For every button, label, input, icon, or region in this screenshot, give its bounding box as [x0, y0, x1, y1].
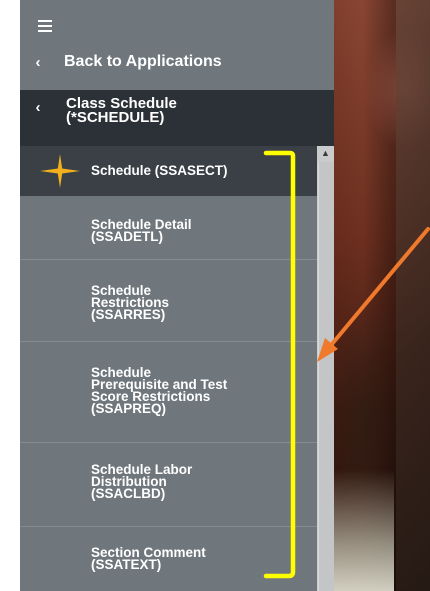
menu-item-section-comment[interactable]: Section Comment (SSATEXT): [20, 527, 317, 591]
back-label: Back to Applications: [64, 53, 222, 70]
photo-glare: [334, 470, 394, 591]
parent-menu-label: Class Schedule (*SCHEDULE): [66, 95, 177, 126]
scrollbar-thumb[interactable]: [318, 162, 334, 591]
menu-item-label: Schedule (SSASECT): [91, 163, 228, 178]
caret-up-icon[interactable]: ▲: [317, 146, 334, 160]
vertical-scrollbar[interactable]: ▲: [317, 146, 334, 591]
menu-item-label: Schedule Detail (SSADETL): [91, 217, 192, 244]
menu-item-schedule-labor-distribution[interactable]: Schedule Labor Distribution (SSACLBD): [20, 443, 317, 527]
photo-shadow: [396, 0, 430, 591]
menu-item-label: Section Comment (SSATEXT): [91, 545, 206, 572]
menu-item-schedule-detail[interactable]: Schedule Detail (SSADETL): [20, 196, 317, 260]
chevron-left-icon: ‹: [35, 99, 41, 116]
back-to-applications-link[interactable]: ‹ Back to Applications: [20, 44, 334, 80]
menu-item-label: Schedule Labor Distribution (SSACLBD): [91, 462, 193, 501]
parent-menu-class-schedule[interactable]: ‹ Class Schedule (*SCHEDULE): [20, 90, 334, 146]
menu-item-label: Schedule Prerequisite and Test Score Res…: [91, 365, 228, 416]
chevron-left-icon: ‹: [35, 53, 41, 71]
left-margin: [0, 0, 20, 591]
navigation-sidebar: ‹ Back to Applications ‹ Class Schedule …: [20, 0, 334, 591]
menu-item-schedule-restrictions[interactable]: Schedule Restrictions (SSARRES): [20, 260, 317, 342]
menu-item-label: Schedule Restrictions (SSARRES): [91, 283, 170, 322]
background-photo: [334, 0, 430, 591]
hamburger-icon[interactable]: [38, 20, 52, 32]
sparkle-star-icon[interactable]: [40, 154, 80, 188]
menu-item-schedule-ssasect[interactable]: Schedule (SSASECT): [20, 146, 317, 196]
menu-item-schedule-prerequisite[interactable]: Schedule Prerequisite and Test Score Res…: [20, 342, 317, 443]
